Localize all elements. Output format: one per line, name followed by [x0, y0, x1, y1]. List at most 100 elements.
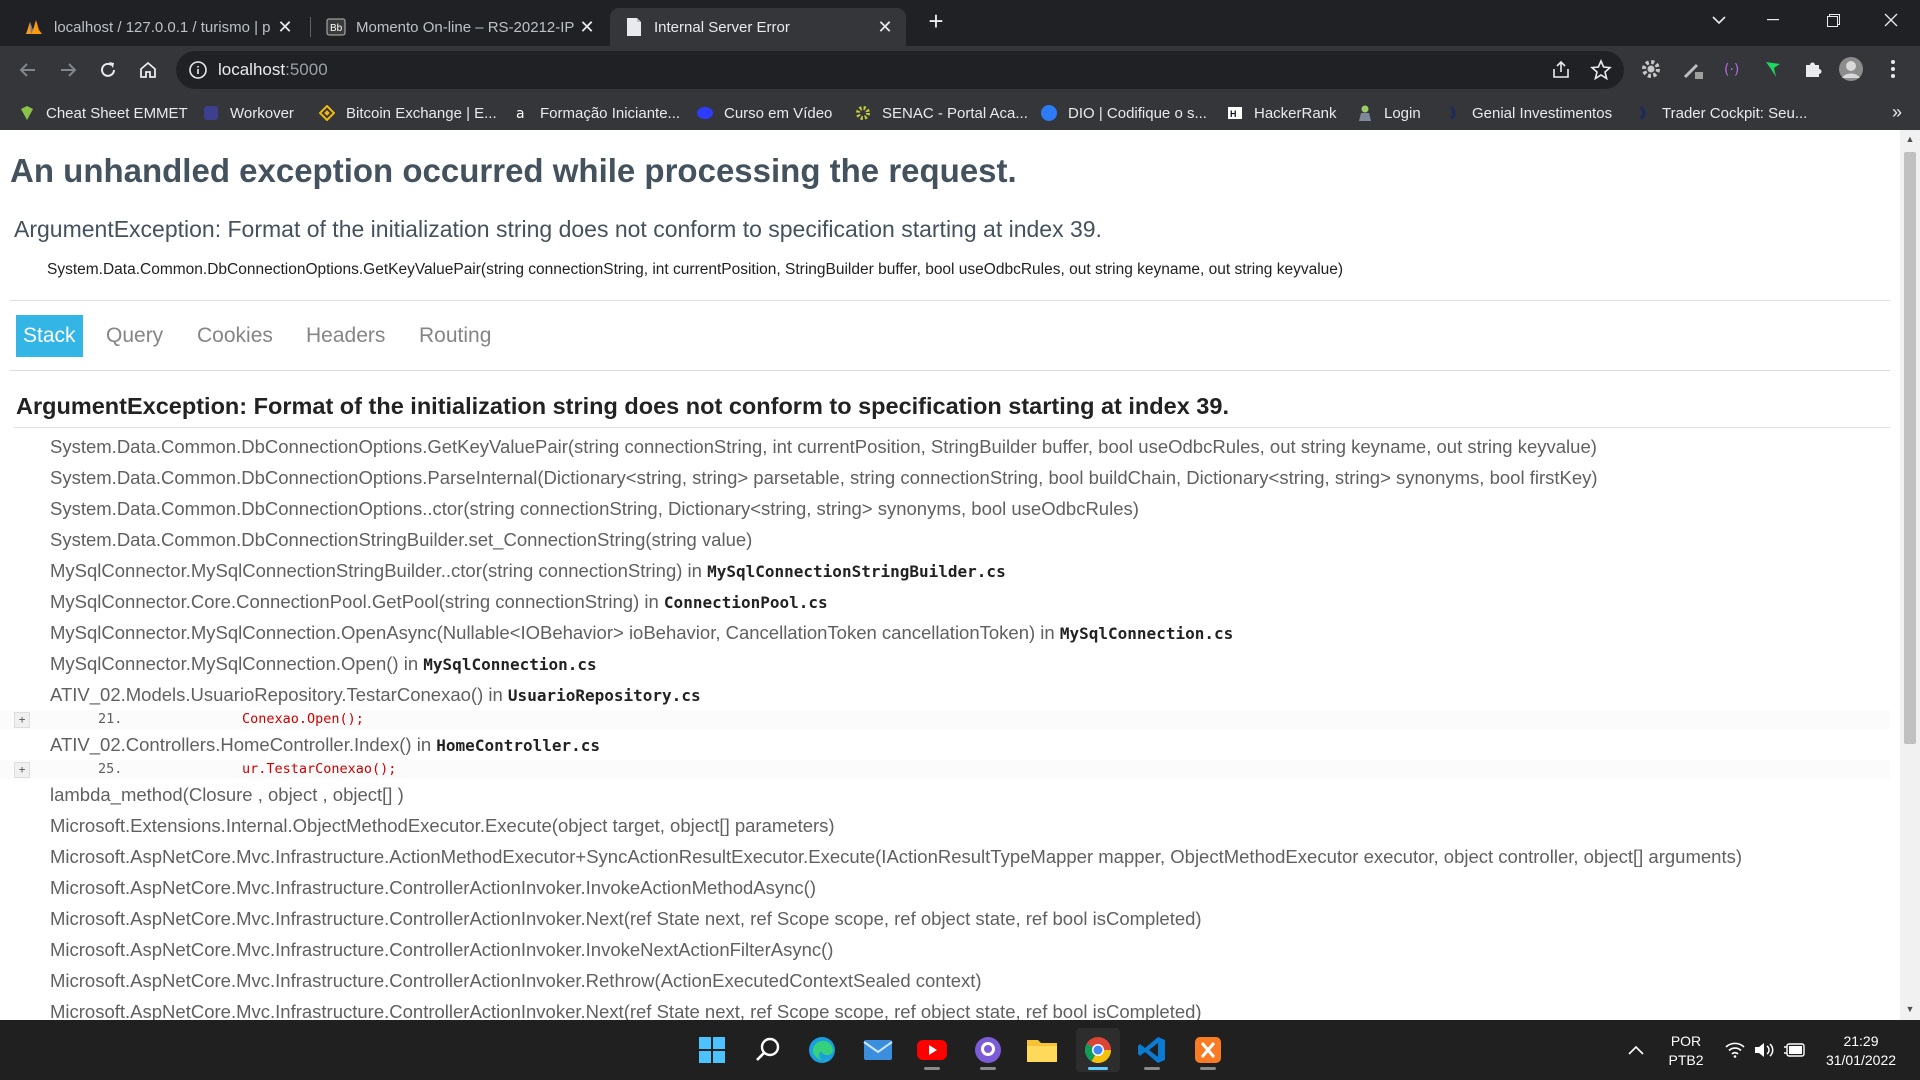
- expand-source-button[interactable]: +: [14, 762, 30, 778]
- scroll-down-icon[interactable]: ▼: [1904, 1004, 1916, 1016]
- extensions-puzzle-icon[interactable]: [1800, 56, 1826, 82]
- page-scrollbar[interactable]: ▲ ▼: [1900, 130, 1920, 1020]
- senac-icon: [854, 104, 872, 122]
- bookmark-item[interactable]: Trader Cockpit: Seu...: [1634, 100, 1807, 126]
- youtube-icon[interactable]: [910, 1028, 954, 1072]
- tab-cookies[interactable]: Cookies: [190, 315, 280, 357]
- tray-overflow-icon[interactable]: [1622, 1028, 1650, 1072]
- bookmark-item[interactable]: Workover: [202, 100, 294, 126]
- address-bar[interactable]: localhost:5000: [176, 51, 1624, 89]
- genial-icon: [1444, 104, 1462, 122]
- frame-method: System.Data.Common.DbConnectionOptions..…: [50, 498, 1139, 519]
- workover-icon: [202, 104, 220, 122]
- browser-tab-strip: localhost / 127.0.0.1 / turismo | p ✕ Bb…: [0, 0, 1920, 46]
- share-icon[interactable]: [1550, 59, 1572, 81]
- frame-file: MySqlConnectionStringBuilder.cs: [707, 562, 1006, 581]
- expand-source-button[interactable]: +: [14, 712, 30, 728]
- frame-file: HomeController.cs: [436, 736, 601, 755]
- svg-text:H: H: [1230, 109, 1237, 119]
- bookmark-item[interactable]: SENAC - Portal Aca...: [854, 100, 1028, 126]
- tab-blackboard[interactable]: Bb Momento On-line – RS-20212-IP ✕: [312, 8, 608, 46]
- vscode-icon[interactable]: [1130, 1028, 1174, 1072]
- gear-icon[interactable]: [1638, 56, 1664, 82]
- stack-frame: System.Data.Common.DbConnectionOptions.G…: [50, 431, 1890, 462]
- reload-icon[interactable]: [92, 54, 124, 86]
- restore-icon[interactable]: [1810, 0, 1856, 40]
- forward-icon[interactable]: [52, 54, 84, 86]
- stack-frame: ATIV_02.Models.UsuarioRepository.TestarC…: [50, 679, 1890, 710]
- close-icon[interactable]: ✕: [874, 16, 896, 38]
- scroll-thumb[interactable]: [1904, 152, 1916, 744]
- running-indicator: [1200, 1067, 1216, 1070]
- back-icon[interactable]: [12, 54, 44, 86]
- running-indicator: [1144, 1067, 1160, 1070]
- svg-text:Bb: Bb: [330, 23, 343, 34]
- frame-method: lambda_method(Closure , object , object[…: [50, 784, 404, 805]
- scroll-up-icon[interactable]: ▲: [1904, 134, 1916, 146]
- url-port: :5000: [285, 60, 328, 79]
- bookmark-item[interactable]: Bitcoin Exchange | E...: [318, 100, 497, 126]
- close-icon[interactable]: ✕: [274, 16, 296, 38]
- more-menu-icon[interactable]: [1880, 56, 1906, 82]
- stack-frame: Microsoft.AspNetCore.Mvc.Infrastructure.…: [50, 872, 1890, 903]
- github-icon[interactable]: [966, 1028, 1010, 1072]
- close-icon[interactable]: ✕: [576, 16, 598, 38]
- frame-method: MySqlConnector.Core.ConnectionPool.GetPo…: [50, 591, 640, 612]
- error-summary: ArgumentException: Format of the initial…: [14, 216, 1102, 242]
- search-icon[interactable]: [746, 1028, 790, 1072]
- tab-query[interactable]: Query: [99, 315, 170, 357]
- frame-in: in: [682, 560, 708, 581]
- stack-frame: Microsoft.AspNetCore.Mvc.Infrastructure.…: [50, 934, 1890, 965]
- new-tab-button[interactable]: +: [922, 8, 950, 36]
- url-host: localhost: [218, 60, 286, 79]
- window-close-icon[interactable]: [1868, 0, 1914, 40]
- stack-frame: ATIV_02.Controllers.HomeController.Index…: [50, 729, 1890, 760]
- bookmark-item[interactable]: a Formação Iniciante...: [512, 100, 680, 126]
- battery-icon[interactable]: [1780, 1028, 1810, 1072]
- clock[interactable]: 21:29 31/01/2022: [1820, 1032, 1902, 1070]
- bookmark-item[interactable]: Cheat Sheet EMMET: [18, 100, 188, 126]
- tab-headers[interactable]: Headers: [299, 315, 392, 357]
- stack-frame: Microsoft.AspNetCore.Mvc.Infrastructure.…: [50, 965, 1890, 996]
- home-icon[interactable]: [132, 54, 164, 86]
- language-code: POR: [1670, 1033, 1702, 1049]
- source-context: +25. ur.TestarConexao();: [0, 760, 1890, 779]
- bookmark-item[interactable]: H HackerRank: [1226, 100, 1337, 126]
- tab-internal-server-error[interactable]: Internal Server Error ✕: [610, 8, 906, 46]
- file-explorer-icon[interactable]: [1020, 1028, 1064, 1072]
- tab-search-icon[interactable]: [1696, 0, 1742, 40]
- stack-frames: System.Data.Common.DbConnectionOptions.G…: [0, 431, 1890, 1020]
- bookmark-label: Cheat Sheet EMMET: [46, 104, 188, 122]
- bookmark-label: Formação Iniciante...: [540, 104, 681, 122]
- bookmark-item[interactable]: DIO | Codifique o s...: [1040, 100, 1207, 126]
- frame-in: in: [639, 591, 664, 612]
- chrome-icon[interactable]: [1076, 1028, 1120, 1072]
- bookmarks-overflow-button[interactable]: »: [1892, 102, 1902, 123]
- stack-frame: MySqlConnector.MySqlConnection.OpenAsync…: [50, 617, 1890, 648]
- xampp-icon[interactable]: [1186, 1028, 1230, 1072]
- frame-method: Microsoft.AspNetCore.Mvc.Infrastructure.…: [50, 1001, 1202, 1020]
- minimize-icon[interactable]: [1750, 0, 1796, 40]
- error-location: System.Data.Common.DbConnectionOptions.G…: [47, 261, 1344, 278]
- start-icon[interactable]: [690, 1028, 734, 1072]
- edge-icon[interactable]: [800, 1028, 844, 1072]
- tab-routing[interactable]: Routing: [412, 315, 498, 357]
- tab-stack[interactable]: Stack: [16, 315, 83, 357]
- bookmark-item[interactable]: Genial Investimentos: [1444, 100, 1612, 126]
- bookmark-item[interactable]: Login: [1356, 100, 1421, 126]
- hummingbird-icon[interactable]: [1760, 56, 1786, 82]
- tab-phpmyadmin[interactable]: localhost / 127.0.0.1 / turismo | p ✕: [10, 8, 306, 46]
- input-language[interactable]: POR PTB2: [1662, 1032, 1710, 1070]
- bookmark-item[interactable]: Curso em Vídeo: [696, 100, 832, 126]
- stack-frame: MySqlConnector.MySqlConnectionStringBuil…: [50, 555, 1890, 586]
- wifi-icon[interactable]: [1720, 1028, 1750, 1072]
- site-info-icon[interactable]: [188, 60, 208, 80]
- source-line-number: 25.: [98, 761, 123, 777]
- eyedropper-icon[interactable]: [1680, 56, 1706, 82]
- volume-icon[interactable]: [1750, 1028, 1780, 1072]
- bookmark-star-icon[interactable]: [1590, 58, 1612, 81]
- trader-cockpit-icon: [1634, 104, 1652, 122]
- profile-avatar[interactable]: [1838, 56, 1864, 82]
- mail-icon[interactable]: [856, 1028, 900, 1072]
- css-peeper-icon[interactable]: (·): [1720, 56, 1746, 82]
